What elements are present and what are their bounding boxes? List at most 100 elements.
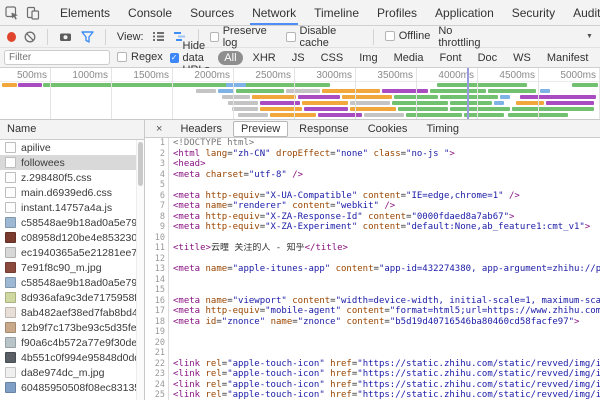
filter-type-js[interactable]: JS (286, 51, 311, 65)
filter-type-manifest[interactable]: Manifest (541, 51, 595, 65)
waterfall-bar (252, 95, 296, 99)
chevron-down-icon: ▼ (586, 33, 593, 40)
tab-audits[interactable]: Audits (564, 0, 600, 25)
screenshot-capture-icon[interactable] (59, 31, 73, 43)
code-line: 6<meta http-equiv="X-UA-Compatible" cont… (145, 191, 600, 202)
tab-timeline[interactable]: Timeline (305, 0, 368, 25)
regex-label: Regex (131, 51, 163, 63)
tab-security[interactable]: Security (503, 0, 564, 25)
line-number: 10 (145, 233, 169, 244)
request-row[interactable]: c08958d120be4e853230649… (0, 230, 144, 245)
code-line: 9<meta http-equiv="X-ZA-Experiment" cont… (145, 222, 600, 233)
clear-icon[interactable] (24, 31, 36, 43)
timeline-tick-label: 1500ms (109, 70, 169, 81)
request-row[interactable]: followees (0, 155, 144, 170)
tab-application[interactable]: Application (426, 0, 503, 25)
scrollbar-thumb[interactable] (138, 142, 143, 186)
request-name: c08958d120be4e853230649… (21, 232, 144, 244)
waterfall-bar (464, 113, 504, 117)
request-name: apilive (21, 142, 51, 154)
inspect-element-icon[interactable] (5, 6, 19, 20)
waterfall-bar (382, 89, 428, 93)
tab-sources[interactable]: Sources (181, 0, 243, 25)
disable-cache-checkbox[interactable]: Disable cache (286, 25, 361, 49)
code-line: 22<link rel="apple-touch-icon" href="htt… (145, 359, 600, 370)
request-row[interactable]: 4b551c0f994e95848d0dda09… (0, 350, 144, 365)
request-row[interactable]: instant.14757a4a.js (0, 200, 144, 215)
waterfall-bar (270, 113, 316, 117)
line-number: 21 (145, 348, 169, 359)
request-row[interactable]: z.298480f5.css (0, 170, 144, 185)
request-row[interactable]: c58548ae9b18ad0a5e79fe4e… (0, 275, 144, 290)
image-icon (5, 307, 16, 318)
request-row[interactable]: 12b9f7c173be93c5d35fea2d… (0, 320, 144, 335)
request-row[interactable]: 8ab482aef38ed7fab8bd4314… (0, 305, 144, 320)
request-name: da8e974dc_m.jpg (21, 367, 104, 379)
detail-tab-cookies[interactable]: Cookies (360, 121, 416, 137)
offline-checkbox[interactable]: Offline (385, 30, 431, 42)
request-row[interactable]: 7e91f8c90_m.jpg (0, 260, 144, 275)
line-number: 7 (145, 201, 169, 212)
tab-profiles[interactable]: Profiles (368, 0, 426, 25)
detail-tab-headers[interactable]: Headers (172, 121, 230, 137)
filter-type-all[interactable]: All (218, 51, 242, 65)
filter-type-font[interactable]: Font (434, 51, 468, 65)
request-row[interactable]: f90a6c4b572a77e9f30de153… (0, 335, 144, 350)
request-row[interactable]: c58548ae9b18ad0a5e79fe4e… (0, 215, 144, 230)
offline-label: Offline (399, 30, 431, 42)
timeline-tick-label: 5000ms (536, 70, 596, 81)
filter-input[interactable] (4, 50, 110, 65)
request-list-scrollbar[interactable] (136, 140, 144, 400)
close-icon[interactable]: × (149, 123, 169, 135)
request-row[interactable]: 60485950508f08ec8313572f0e7… (0, 380, 144, 395)
image-icon (5, 367, 16, 378)
preserve-log-checkbox[interactable]: Preserve log (210, 25, 279, 49)
code-line: 13<meta name="apple-itunes-app" content=… (145, 264, 600, 275)
request-row[interactable]: ec1940365a5e21281ee71856… (0, 245, 144, 260)
code-text: <link rel="apple-touch-icon" href="https… (169, 380, 600, 391)
code-line: 1<!DOCTYPE html> (145, 138, 600, 149)
detail-tab-preview[interactable]: Preview (233, 121, 288, 137)
request-row[interactable]: 8d936afa9c3de7175958fae5… (0, 290, 144, 305)
filter-type-doc[interactable]: Doc (472, 51, 504, 65)
device-toolbar-icon[interactable] (26, 6, 40, 20)
filter-type-img[interactable]: Img (353, 51, 383, 65)
code-line: 17<meta http-equiv="mobile-agent" conten… (145, 306, 600, 317)
request-name: z.298480f5.css (21, 172, 92, 184)
line-number: 3 (145, 159, 169, 170)
request-row[interactable]: da8e974dc_m.jpg (0, 365, 144, 380)
request-row[interactable]: main.d6939ed6.css (0, 185, 144, 200)
network-overview[interactable]: 500ms1000ms1500ms2000ms2500ms3000ms3500m… (0, 68, 600, 120)
filter-type-css[interactable]: CSS (315, 51, 350, 65)
line-number: 13 (145, 264, 169, 275)
filter-type-xhr[interactable]: XHR (247, 51, 282, 65)
code-text: <link rel="apple-touch-icon" href="https… (169, 369, 600, 380)
filter-type-media[interactable]: Media (388, 51, 430, 65)
waterfall-bar (236, 89, 284, 93)
tab-elements[interactable]: Elements (51, 0, 119, 25)
tick-baseline (0, 81, 600, 82)
waterfall-bar (286, 89, 320, 93)
waterfall-bar (298, 95, 340, 99)
document-icon (5, 157, 16, 168)
regex-checkbox[interactable]: Regex (117, 51, 163, 63)
waterfall-bar (322, 89, 380, 93)
detail-tab-timing[interactable]: Timing (418, 121, 467, 137)
filter-funnel-icon[interactable] (81, 31, 94, 43)
throttling-dropdown[interactable]: No throttling ▼ (438, 25, 593, 49)
code-line: 12 (145, 254, 600, 265)
view-list-icon[interactable] (152, 31, 165, 42)
waterfall-bar (2, 83, 17, 87)
code-line: 2<html lang="zh-CN" dropEffect="none" cl… (145, 149, 600, 160)
request-row[interactable]: apilive (0, 140, 144, 155)
waterfall-bars (0, 83, 600, 119)
tab-network[interactable]: Network (243, 0, 305, 25)
tab-console[interactable]: Console (119, 0, 181, 25)
code-text: <meta http-equiv="X-ZA-Response-Id" cont… (169, 212, 600, 223)
filter-type-ws[interactable]: WS (507, 51, 537, 65)
record-icon[interactable] (7, 32, 16, 42)
code-text: <meta http-equiv="mobile-agent" content=… (169, 306, 600, 317)
name-column-header[interactable]: Name (0, 120, 144, 140)
checkbox-box: ✓ (170, 53, 179, 63)
detail-tab-response[interactable]: Response (291, 121, 357, 137)
